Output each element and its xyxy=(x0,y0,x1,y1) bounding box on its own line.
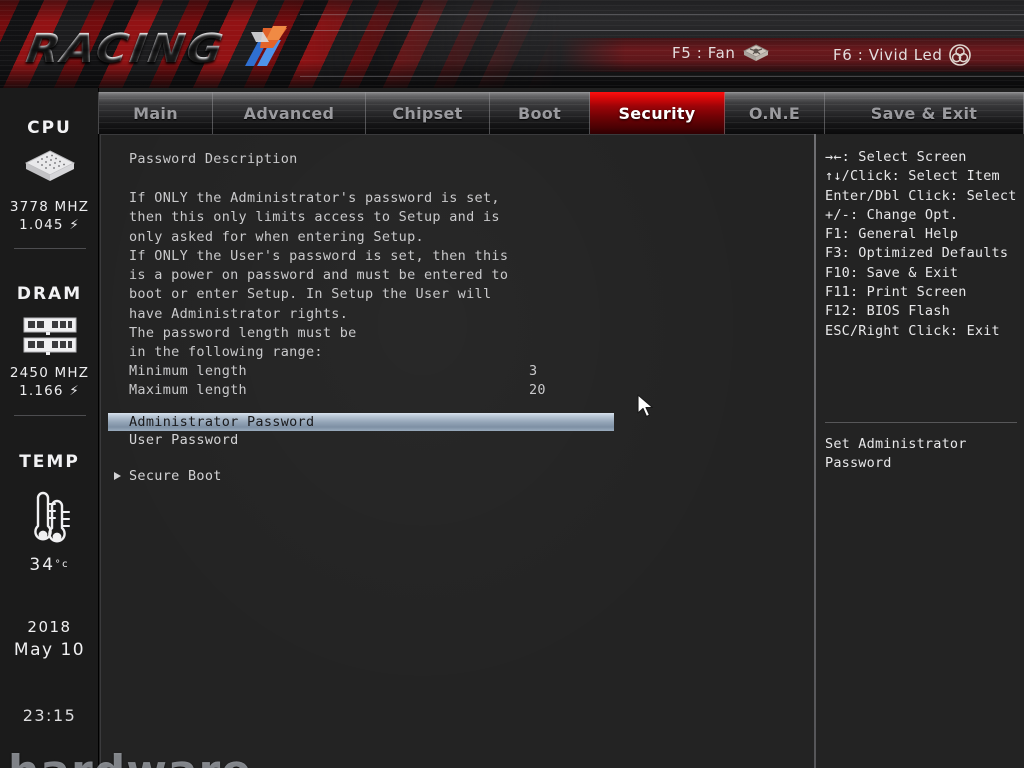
tab-main[interactable]: Main xyxy=(98,92,213,134)
dram-voltage: 1.166 xyxy=(19,383,64,399)
bolt-icon: ⚡ xyxy=(69,383,80,399)
tab-advanced[interactable]: Advanced xyxy=(213,92,366,134)
tab-save-exit[interactable]: Save & Exit xyxy=(825,92,1024,134)
sidebar-divider-2 xyxy=(14,415,86,416)
racing-logo: RACING xyxy=(23,26,228,72)
sidebar-time: 23:15 xyxy=(0,706,99,725)
password-length-labels: Minimum length Maximum length xyxy=(129,362,247,401)
hotkey-f6-label: F6 : Vivid Led xyxy=(833,46,942,64)
tab-one[interactable]: O.N.E xyxy=(725,92,825,134)
dram-frequency: 2450 MHZ xyxy=(0,364,99,382)
help-item-description: Set Administrator Password xyxy=(825,435,967,474)
help-panel: →←: Select Screen ↑↓/Click: Select Item … xyxy=(816,134,1024,768)
sidebar-year: 2018 xyxy=(0,618,99,636)
cpu-chip-icon xyxy=(24,148,76,186)
submenu-secure-boot-label: Secure Boot xyxy=(129,468,222,484)
cpu-voltage: 1.045 xyxy=(19,217,64,233)
header-rule-1 xyxy=(300,14,1024,15)
bolt-icon: ⚡ xyxy=(69,217,80,233)
hardware-monitor-sidebar: CPU 3778 MHZ 1.045 ⚡ DRAM xyxy=(0,88,99,768)
main-menu-tabs[interactable]: Main Advanced Chipset Boot Security O.N.… xyxy=(98,92,1024,134)
hotkey-f5-label: F5 : Fan xyxy=(672,44,736,62)
header-banner: RACING F5 : Fan F6 : Vivid Led xyxy=(0,0,1024,88)
temp-value-row: 34°c xyxy=(0,556,99,574)
tab-chipset[interactable]: Chipset xyxy=(366,92,490,134)
fan-icon xyxy=(743,44,769,62)
dram-voltage-row: 1.166 ⚡ xyxy=(0,382,99,400)
chevron-right-icon xyxy=(114,472,121,480)
password-description-body: If ONLY the Administrator's password is … xyxy=(129,189,508,363)
cpu-voltage-row: 1.045 ⚡ xyxy=(0,216,99,234)
sidebar-date: May 10 xyxy=(0,640,99,660)
header-rule-2 xyxy=(300,30,1024,31)
setting-administrator-password[interactable]: Administrator Password xyxy=(108,413,614,431)
bios-screen: RACING F5 : Fan F6 : Vivid Led xyxy=(0,0,1024,768)
setting-user-password-label: User Password xyxy=(129,432,239,448)
temp-section-title: TEMP xyxy=(0,452,99,472)
sidebar-divider-1 xyxy=(14,248,86,249)
tab-security[interactable]: Security xyxy=(590,92,725,134)
hotkey-f6-vivid-led[interactable]: F6 : Vivid Led xyxy=(833,44,971,66)
header-rule-3 xyxy=(300,76,1024,77)
help-panel-rule xyxy=(825,422,1017,423)
password-description-title: Password Description xyxy=(129,151,298,167)
setting-administrator-password-label: Administrator Password xyxy=(129,414,314,430)
cpu-section-title: CPU xyxy=(0,118,99,138)
cpu-frequency: 3778 MHZ xyxy=(0,198,99,216)
temp-unit: °c xyxy=(55,559,70,570)
led-icon xyxy=(949,44,971,66)
setting-user-password[interactable]: User Password xyxy=(108,431,808,449)
password-length-values: 3 20 xyxy=(529,362,546,401)
hotkey-f5-fan[interactable]: F5 : Fan xyxy=(672,44,769,62)
dram-module-icon xyxy=(22,316,78,356)
dram-section-title: DRAM xyxy=(0,284,99,304)
submenu-secure-boot[interactable]: Secure Boot xyxy=(108,467,808,485)
tab-boot[interactable]: Boot xyxy=(490,92,590,134)
x-emblem-icon xyxy=(243,26,289,68)
main-content-panel: Password Description If ONLY the Adminis… xyxy=(100,134,815,768)
temp-value: 34 xyxy=(29,555,55,575)
security-settings-list: Administrator Password User Password Sec… xyxy=(108,413,808,485)
thermometer-icon xyxy=(24,488,76,550)
mouse-cursor xyxy=(637,394,655,420)
help-key-legend: →←: Select Screen ↑↓/Click: Select Item … xyxy=(825,148,1017,341)
